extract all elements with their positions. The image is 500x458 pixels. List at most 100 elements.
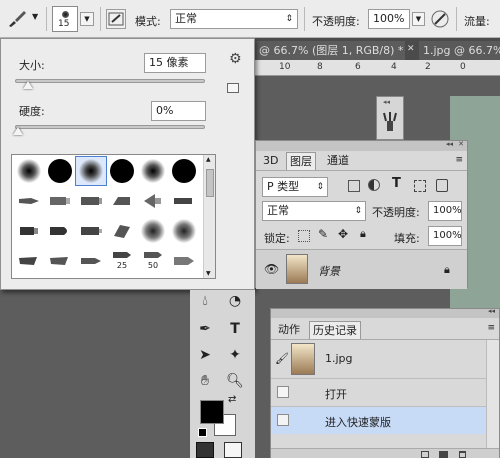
filter-type-icon[interactable]: T bbox=[392, 176, 401, 191]
collapse-icon[interactable]: ◂◂ bbox=[446, 140, 453, 148]
swap-colors-icon[interactable]: ⇄ bbox=[228, 394, 236, 405]
panel-menu-icon[interactable]: ≡ bbox=[455, 155, 463, 165]
history-state-selected[interactable]: 进入快速蒙版 bbox=[271, 406, 486, 434]
filter-pixel-icon[interactable] bbox=[348, 180, 360, 192]
size-input[interactable]: 15 像素 bbox=[144, 53, 206, 73]
dodge-tool-icon[interactable]: ◔ bbox=[224, 290, 246, 312]
brush-preset-tip[interactable] bbox=[14, 187, 44, 215]
opacity-dropdown-button[interactable]: ▼ bbox=[412, 12, 425, 26]
brush-preset-tip[interactable] bbox=[45, 217, 75, 245]
pressure-opacity-icon[interactable] bbox=[430, 9, 450, 29]
brush-preset-tip[interactable] bbox=[14, 247, 44, 275]
tab-channels[interactable]: 通道 bbox=[324, 152, 352, 170]
brush-preset-25[interactable]: 25 bbox=[107, 245, 137, 273]
scroll-thumb[interactable] bbox=[206, 169, 214, 197]
brush-preset-picker[interactable]: 15 bbox=[52, 6, 78, 32]
lock-all-icon[interactable]: 🔒︎ bbox=[360, 227, 366, 241]
filter-adjust-icon[interactable] bbox=[368, 179, 380, 191]
brush-preset-hard-round[interactable] bbox=[45, 157, 75, 185]
tab-history[interactable]: 历史记录 bbox=[309, 321, 361, 339]
filter-smart-icon[interactable] bbox=[436, 179, 448, 192]
collapse-icon[interactable]: ◂◂ bbox=[488, 307, 495, 315]
mode-select[interactable]: 正常 ⇕ bbox=[170, 9, 298, 29]
tab-3d[interactable]: 3D bbox=[260, 152, 281, 170]
new-document-icon[interactable] bbox=[421, 451, 429, 458]
brush-preset-tip[interactable] bbox=[169, 247, 199, 275]
brush-preset-tip[interactable] bbox=[45, 187, 75, 215]
scroll-up-icon[interactable]: ▲ bbox=[206, 156, 211, 163]
document-tab[interactable]: 1.jpg @ 66.7% bbox=[419, 41, 500, 60]
history-scrollbar[interactable] bbox=[486, 340, 499, 448]
brush-preset-50[interactable]: 50 bbox=[138, 245, 168, 273]
lock-paint-icon[interactable]: ✎ bbox=[318, 227, 328, 241]
brush-preset-hard-round[interactable] bbox=[169, 157, 199, 185]
blend-mode-select[interactable]: 正常 ⇕ bbox=[262, 201, 366, 221]
brush-preset-soft-round-selected[interactable] bbox=[75, 156, 107, 186]
brush-presets-icon[interactable] bbox=[382, 111, 398, 133]
fill-input[interactable]: 100% bbox=[428, 226, 462, 246]
layer-row[interactable]: 👁︎ 背景 🔒︎ bbox=[256, 249, 467, 289]
document-tab[interactable]: @ 66.7% (图层 1, RGB/8) * bbox=[255, 41, 405, 60]
hand-tool-icon[interactable]: ✋︎ bbox=[194, 370, 216, 392]
brush-tool-icon[interactable] bbox=[6, 9, 28, 29]
brush-preset-tip[interactable] bbox=[76, 247, 106, 275]
default-colors-icon[interactable] bbox=[198, 428, 207, 437]
brush-preset-tip[interactable] bbox=[76, 217, 106, 245]
history-checkbox[interactable] bbox=[277, 414, 289, 426]
close-icon[interactable]: ✕ bbox=[458, 140, 464, 148]
path-select-tool-icon[interactable]: ➤ bbox=[194, 344, 216, 366]
size-slider-thumb[interactable] bbox=[23, 81, 33, 89]
trash-icon[interactable] bbox=[459, 451, 466, 458]
shape-tool-icon[interactable]: ✦ bbox=[224, 344, 246, 366]
brush-preset-tip[interactable] bbox=[45, 247, 75, 275]
history-state[interactable]: 打开 bbox=[271, 378, 486, 406]
new-preset-icon[interactable] bbox=[227, 83, 239, 93]
camera-icon[interactable] bbox=[439, 451, 448, 458]
type-tool-icon[interactable]: T bbox=[224, 318, 246, 340]
close-icon[interactable]: ✕ bbox=[407, 44, 415, 54]
hardness-slider[interactable] bbox=[15, 125, 205, 129]
brush-preset-dropdown-button[interactable]: ▼ bbox=[80, 12, 94, 26]
eye-icon[interactable]: 👁︎ bbox=[264, 262, 279, 276]
zoom-tool-icon[interactable]: 🔍︎ bbox=[224, 370, 246, 392]
blur-tool-icon[interactable]: 💧︎ bbox=[194, 290, 216, 312]
brush-preset-tip[interactable] bbox=[138, 217, 168, 245]
gear-icon[interactable]: ⚙ bbox=[229, 51, 242, 67]
collapse-icon[interactable]: ◂◂ bbox=[383, 98, 390, 106]
brush-preset-tip[interactable] bbox=[107, 217, 137, 245]
brush-preset-soft-round[interactable] bbox=[14, 157, 44, 185]
history-checkbox[interactable] bbox=[277, 386, 289, 398]
toggle-brush-panel-icon[interactable] bbox=[106, 9, 126, 29]
pen-tool-icon[interactable]: ✒ bbox=[194, 318, 216, 340]
brush-preset-tip[interactable] bbox=[107, 187, 137, 215]
brush-preset-tip[interactable] bbox=[138, 187, 168, 215]
brush-preset-tip[interactable] bbox=[76, 187, 106, 215]
scroll-down-icon[interactable]: ▼ bbox=[206, 270, 211, 277]
layer-name[interactable]: 背景 bbox=[318, 263, 340, 279]
brush-preset-soft-round[interactable] bbox=[138, 157, 168, 185]
preset-scrollbar[interactable]: ▲ ▼ bbox=[203, 155, 215, 278]
layer-opacity-input[interactable]: 100% bbox=[428, 201, 462, 221]
filter-shape-icon[interactable] bbox=[414, 180, 426, 192]
brush-preset-tip[interactable] bbox=[14, 217, 44, 245]
brush-preset-tip[interactable] bbox=[169, 217, 199, 245]
quick-mask-icon[interactable] bbox=[196, 442, 214, 458]
panel-menu-icon[interactable]: ≡ bbox=[487, 323, 495, 333]
brush-preset-tip[interactable] bbox=[169, 187, 199, 215]
fill-value: 100% bbox=[433, 230, 462, 241]
screen-mode-icon[interactable] bbox=[224, 442, 242, 458]
lock-move-icon[interactable]: ✥ bbox=[338, 227, 348, 241]
tab-actions[interactable]: 动作 bbox=[275, 321, 303, 339]
history-brush-icon[interactable]: 🖌︎ bbox=[275, 352, 289, 365]
opacity-input[interactable]: 100% bbox=[368, 9, 410, 29]
layer-filter-select[interactable]: P 类型 ⇕ bbox=[262, 177, 328, 197]
lock-transparent-icon[interactable] bbox=[298, 230, 310, 242]
chevron-down-icon[interactable]: ▼ bbox=[32, 12, 38, 21]
brush-preset-hard-round[interactable] bbox=[107, 157, 137, 185]
size-slider[interactable] bbox=[15, 79, 205, 83]
tab-layers[interactable]: 图层 bbox=[286, 152, 316, 170]
foreground-color-swatch[interactable] bbox=[200, 400, 224, 424]
hardness-slider-thumb[interactable] bbox=[13, 127, 23, 135]
history-snapshot[interactable]: 🖌︎ 1.jpg bbox=[271, 340, 486, 378]
hardness-input[interactable]: 0% bbox=[151, 101, 206, 121]
